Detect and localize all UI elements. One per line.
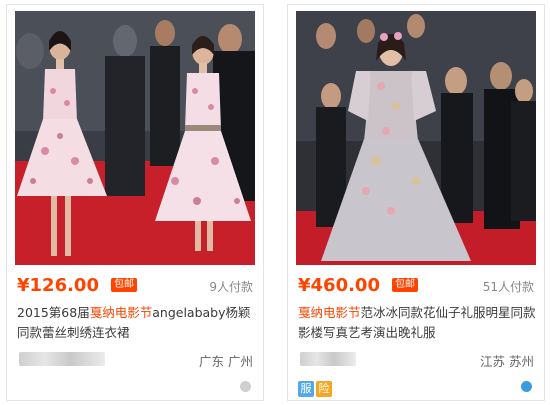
service-badges: 服险: [298, 377, 334, 397]
wangwang-offline-icon[interactable]: [240, 381, 251, 392]
product-photo-red-carpet: [296, 11, 536, 265]
title-keyword-highlight: 戛纳电影节: [298, 305, 361, 320]
shop-name-blurred[interactable]: [300, 352, 356, 366]
product-image[interactable]: [296, 11, 536, 265]
price: ¥460.00: [298, 275, 380, 296]
title-keyword-highlight: 戛纳电影节: [89, 305, 153, 320]
seller-location: 广东 广州: [199, 354, 253, 369]
clothing-service-badge[interactable]: 服: [298, 381, 314, 397]
insurance-badge[interactable]: 险: [316, 381, 332, 397]
shop-name-blurred[interactable]: [19, 352, 105, 366]
price-row: ¥126.00 包邮 9人付款: [17, 275, 255, 297]
product-photo-red-carpet: [15, 11, 255, 265]
wangwang-online-icon[interactable]: [521, 381, 532, 392]
payer-count: 9人付款: [209, 280, 253, 294]
product-image[interactable]: [15, 11, 255, 265]
product-card-2[interactable]: ¥460.00 包邮 51人付款 戛纳电影节范冰冰同款花仙子礼服明星同款影楼写真…: [287, 4, 545, 401]
product-card-1[interactable]: ¥126.00 包邮 9人付款 2015第68届戛纳电影节angelababy杨…: [6, 4, 264, 401]
seller-location: 江苏 苏州: [480, 354, 534, 369]
title-text: 2015第68届: [17, 305, 90, 320]
shop-row: 广东 广州: [17, 349, 255, 369]
free-shipping-badge: 包邮: [111, 278, 137, 292]
product-title-link[interactable]: 戛纳电影节范冰冰同款花仙子礼服明星同款影楼写真艺考演出晚礼服: [298, 303, 536, 343]
product-title-link[interactable]: 2015第68届戛纳电影节angelababy杨颖同款蕾丝刺绣连衣裙: [17, 303, 255, 343]
free-shipping-badge: 包邮: [392, 278, 418, 292]
price-row: ¥460.00 包邮 51人付款: [298, 275, 536, 297]
shop-row: 江苏 苏州: [298, 349, 536, 369]
payer-count: 51人付款: [482, 280, 534, 294]
price: ¥126.00: [17, 275, 99, 296]
